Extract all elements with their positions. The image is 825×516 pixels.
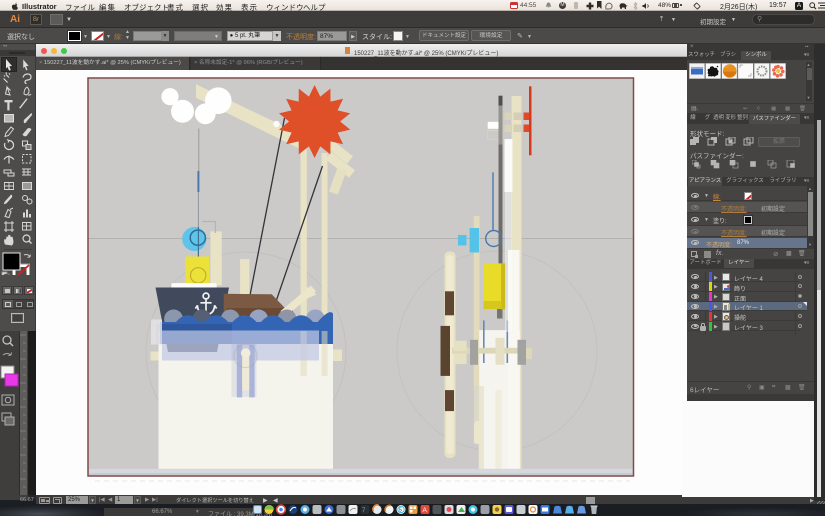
svg-text:5: 5 xyxy=(399,508,402,514)
svg-text:A: A xyxy=(423,507,428,514)
